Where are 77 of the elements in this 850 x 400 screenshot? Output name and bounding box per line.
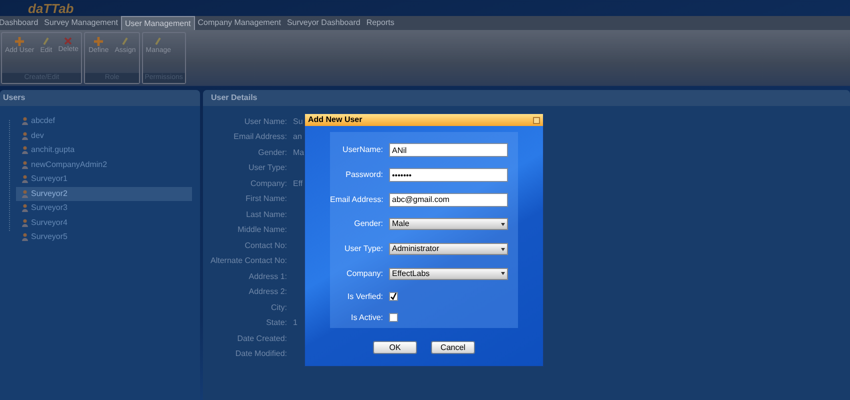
- menu-tab[interactable]: Dashboard: [0, 16, 42, 30]
- field-label: Last Name:: [245, 208, 287, 221]
- menu-tab[interactable]: User Management: [120, 16, 195, 30]
- field-label: User Name:: [243, 116, 287, 128]
- tree-item[interactable]: Surveyor5: [16, 230, 192, 244]
- field-label: Address 2:: [248, 286, 287, 298]
- plus-icon: [15, 37, 24, 46]
- menu-tab[interactable]: Reports: [363, 16, 398, 30]
- field-label: Is Verfied:: [346, 290, 383, 303]
- field-label: Gender:: [353, 218, 383, 230]
- user-icon: [22, 218, 28, 227]
- user-icon: [22, 204, 28, 212]
- dialog-title: Add New User: [308, 116, 362, 124]
- app-logo: daTTab: [28, 2, 74, 14]
- user-icon: [22, 132, 28, 140]
- checkbox[interactable]: [389, 292, 398, 302]
- user-icon: [22, 160, 28, 169]
- field-label: Middle Name:: [236, 224, 287, 236]
- input-field[interactable]: ANil: [389, 143, 508, 158]
- dialog-button[interactable]: Cancel: [431, 341, 475, 354]
- field-label: Address 1:: [248, 270, 287, 283]
- tree-item[interactable]: anchit.gupta: [16, 143, 192, 158]
- caret-icon: [501, 222, 505, 226]
- pencil-icon: [154, 37, 162, 46]
- field-label: Date Modified:: [234, 348, 287, 360]
- tree-item[interactable]: abcdef: [16, 114, 192, 128]
- field-value: 1: [293, 317, 298, 330]
- dropdown[interactable]: Male: [389, 218, 508, 230]
- field-label: Email Address:: [330, 194, 383, 206]
- tree-item[interactable]: Surveyor1: [16, 172, 192, 186]
- user-icon: [22, 146, 28, 154]
- user-icon: [22, 190, 28, 198]
- pencil-icon: [121, 37, 130, 46]
- user-icon: [22, 233, 28, 242]
- field-label: Password:: [344, 169, 383, 182]
- menu-tab[interactable]: Survey Management: [41, 16, 121, 30]
- checkbox[interactable]: [389, 313, 398, 322]
- plus-icon: [94, 37, 104, 46]
- pencil-icon: [42, 37, 50, 46]
- menu-tab[interactable]: Company Management: [194, 16, 284, 30]
- dialog-button[interactable]: OK: [373, 341, 417, 354]
- field-label: City:: [270, 302, 287, 314]
- caret-icon: [501, 272, 505, 276]
- cross-icon: [64, 37, 72, 45]
- close-icon[interactable]: [533, 116, 540, 124]
- panel-title: Users: [3, 92, 26, 104]
- caret-icon: [501, 248, 505, 251]
- user-icon: [22, 175, 28, 184]
- tree-item[interactable]: Surveyor3: [16, 201, 192, 216]
- input-field[interactable]: abc@gmail.com: [389, 192, 508, 207]
- field-label: State:: [265, 317, 287, 330]
- dropdown[interactable]: EffectLabs: [389, 268, 508, 280]
- user-icon: [22, 117, 28, 126]
- field-value: an: [293, 131, 302, 144]
- field-label: Gender:: [257, 146, 287, 159]
- field-label: Company:: [346, 268, 383, 280]
- field-label: Date Created:: [236, 332, 287, 345]
- field-value: Su: [293, 116, 303, 128]
- tree-item[interactable]: dev: [16, 128, 192, 143]
- input-field[interactable]: •••••••: [389, 168, 508, 182]
- tree-item[interactable]: Surveyor4: [16, 216, 192, 230]
- field-label: User Type:: [343, 243, 383, 256]
- field-value: Eff: [293, 178, 303, 190]
- field-value: Ma: [293, 146, 304, 159]
- menu-tab[interactable]: Surveyor Dashboard: [284, 16, 364, 30]
- field-label: Email Address:: [232, 131, 287, 144]
- panel-title: User Details: [211, 92, 258, 104]
- field-label: Company:: [250, 178, 287, 190]
- field-label: User Type:: [247, 162, 287, 174]
- field-label: UserName:: [342, 144, 383, 156]
- tree-item[interactable]: newCompanyAdmin2: [16, 158, 192, 172]
- dropdown[interactable]: Administrator: [389, 243, 508, 256]
- field-label: Is Active:: [350, 312, 383, 324]
- field-label: Contact No:: [244, 240, 287, 252]
- field-label: First Name:: [244, 193, 287, 206]
- field-label: Alternate Contact No:: [210, 255, 287, 268]
- tree-item[interactable]: Surveyor2: [16, 186, 192, 201]
